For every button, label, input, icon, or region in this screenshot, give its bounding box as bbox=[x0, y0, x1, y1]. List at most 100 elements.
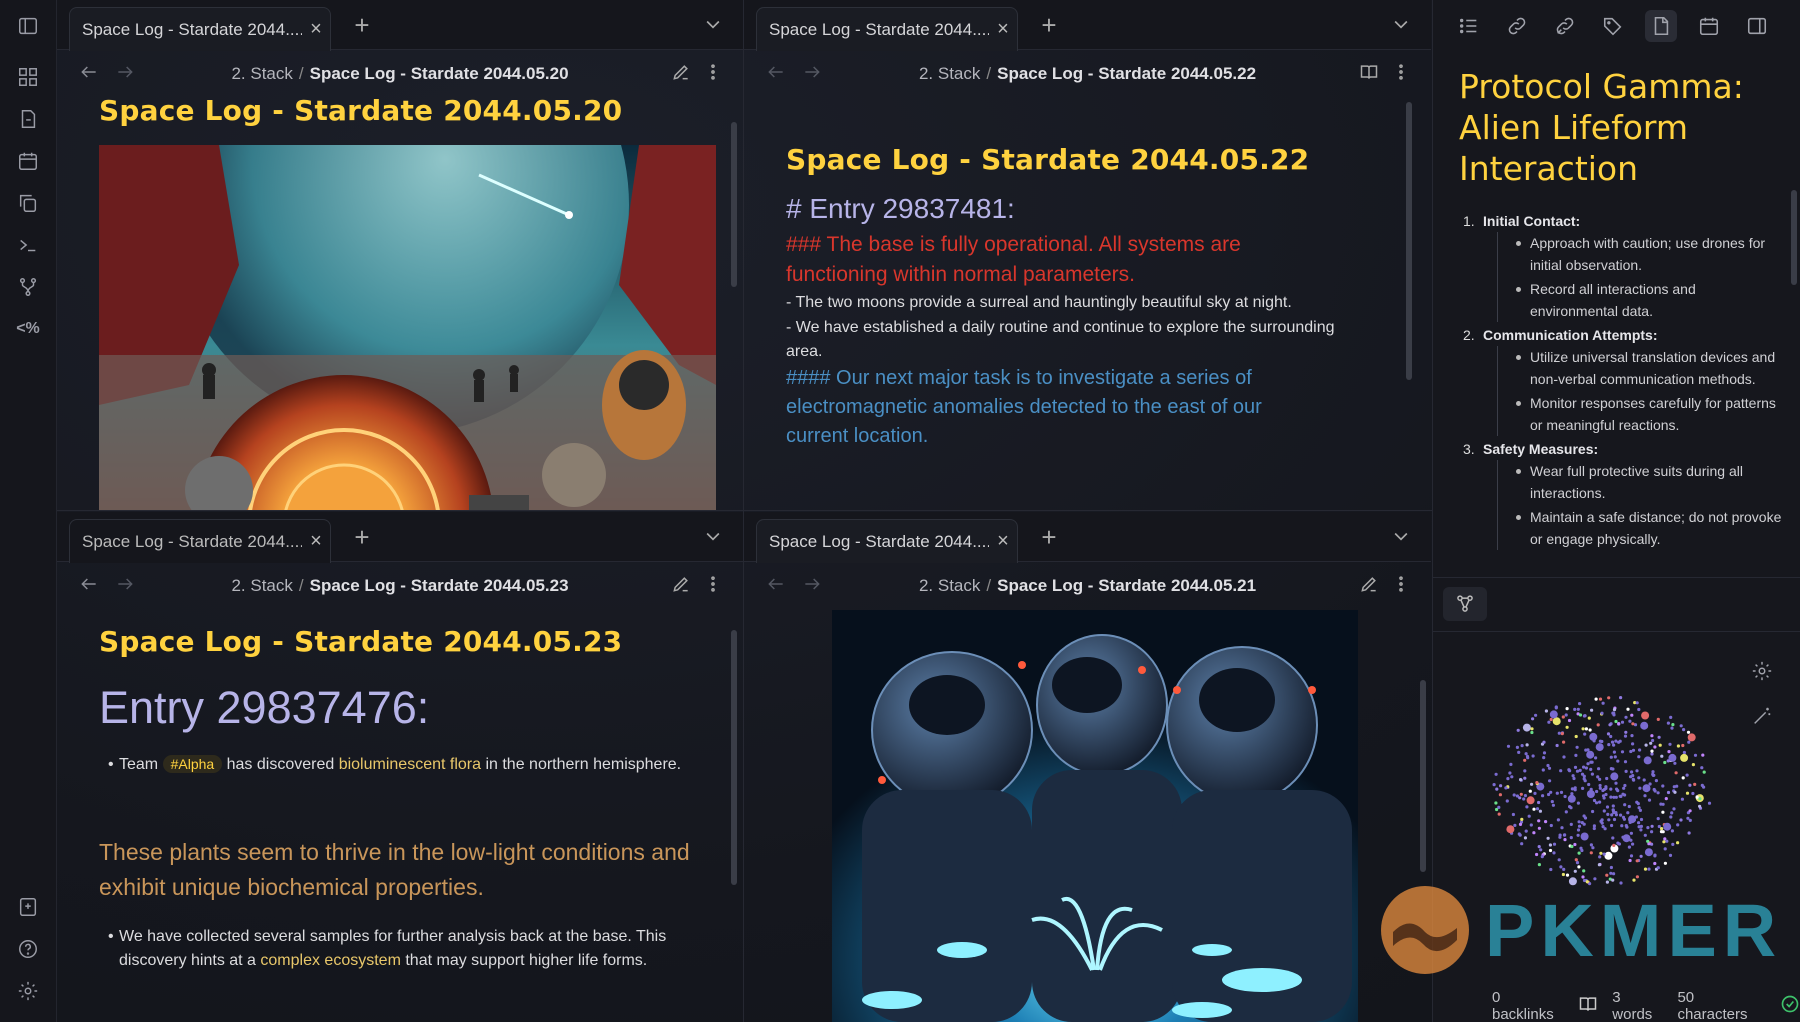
graph-node[interactable] bbox=[1573, 765, 1578, 769]
graph-node[interactable] bbox=[1549, 710, 1558, 719]
graph-node[interactable] bbox=[1560, 826, 1564, 830]
calendar-icon[interactable] bbox=[1693, 10, 1725, 42]
graph-node[interactable] bbox=[1634, 815, 1638, 819]
graph-node[interactable] bbox=[1651, 773, 1655, 777]
graph-node[interactable] bbox=[1549, 717, 1553, 722]
tab-note[interactable]: Space Log - Stardate 2044.... × bbox=[756, 519, 1018, 563]
graph-node[interactable] bbox=[1639, 828, 1643, 832]
graph-node[interactable] bbox=[1612, 817, 1617, 822]
graph-node[interactable] bbox=[1512, 793, 1516, 797]
graph-node[interactable] bbox=[1650, 749, 1654, 753]
graph-node[interactable] bbox=[1546, 836, 1550, 840]
edit-pencil-icon[interactable] bbox=[671, 574, 693, 596]
graph-node[interactable] bbox=[1624, 730, 1628, 734]
graph-node[interactable] bbox=[1676, 744, 1680, 748]
graph-node[interactable] bbox=[1640, 721, 1649, 730]
graph-node[interactable] bbox=[1599, 851, 1603, 855]
scrollbar[interactable] bbox=[1406, 102, 1412, 380]
breadcrumb-note[interactable]: Space Log - Stardate 2044.05.23 bbox=[310, 576, 569, 595]
graph-node[interactable] bbox=[1598, 697, 1603, 701]
tab-note[interactable]: Space Log - Stardate 2044.... × bbox=[69, 519, 331, 563]
graph-node[interactable] bbox=[1581, 727, 1585, 731]
graph-node[interactable] bbox=[1594, 697, 1598, 701]
graph-node[interactable] bbox=[1565, 873, 1570, 877]
graph-node[interactable] bbox=[1575, 861, 1580, 865]
dashboard-icon[interactable] bbox=[14, 63, 42, 91]
graph-node[interactable] bbox=[1635, 859, 1639, 863]
graph-node[interactable] bbox=[1688, 809, 1692, 813]
copy-icon[interactable] bbox=[14, 189, 42, 217]
graph-node[interactable] bbox=[1591, 846, 1595, 850]
graph-node[interactable] bbox=[1643, 867, 1648, 871]
graph-node[interactable] bbox=[1601, 701, 1605, 705]
graph-node[interactable] bbox=[1549, 867, 1553, 872]
graph-node[interactable] bbox=[1530, 782, 1534, 786]
graph-node[interactable] bbox=[1519, 792, 1523, 796]
graph-node[interactable] bbox=[1556, 818, 1560, 822]
graph-node[interactable] bbox=[1520, 744, 1524, 748]
graph-node[interactable] bbox=[1598, 800, 1602, 804]
graph-node[interactable] bbox=[1515, 745, 1519, 749]
graph-node[interactable] bbox=[1535, 781, 1539, 785]
internal-link[interactable]: complex ecosystem bbox=[260, 952, 401, 969]
graph-node[interactable] bbox=[1620, 750, 1625, 754]
graph-node[interactable] bbox=[1612, 708, 1617, 712]
graph-node[interactable] bbox=[1642, 784, 1651, 793]
graph-node[interactable] bbox=[1567, 718, 1572, 723]
graph-node[interactable] bbox=[1663, 760, 1667, 765]
close-icon[interactable]: × bbox=[302, 18, 330, 41]
graph-node[interactable] bbox=[1619, 696, 1623, 700]
vertical-split-divider[interactable] bbox=[743, 0, 744, 1022]
graph-node[interactable] bbox=[1547, 766, 1552, 770]
graph-node[interactable] bbox=[1680, 753, 1689, 762]
graph-node[interactable] bbox=[1643, 833, 1647, 837]
graph-node[interactable] bbox=[1532, 831, 1536, 835]
graph-node[interactable] bbox=[1612, 743, 1616, 747]
graph-node[interactable] bbox=[1563, 794, 1567, 799]
graph-node[interactable] bbox=[1631, 777, 1635, 781]
graph-node[interactable] bbox=[1609, 734, 1613, 739]
graph-node[interactable] bbox=[1604, 851, 1613, 860]
graph-node[interactable] bbox=[1670, 726, 1674, 730]
graph-node[interactable] bbox=[1605, 776, 1609, 781]
graph-node[interactable] bbox=[1592, 824, 1596, 828]
outline-list-icon[interactable] bbox=[1453, 10, 1485, 42]
breadcrumb-folder[interactable]: 2. Stack bbox=[919, 64, 980, 83]
graph-node[interactable] bbox=[1615, 787, 1619, 791]
graph-node[interactable] bbox=[1597, 863, 1601, 867]
graph-node[interactable] bbox=[1661, 810, 1665, 814]
graph-node[interactable] bbox=[1578, 702, 1582, 706]
graph-node[interactable] bbox=[1642, 778, 1646, 782]
graph-node[interactable] bbox=[1574, 734, 1578, 739]
graph-node[interactable] bbox=[1592, 739, 1596, 743]
graph-node[interactable] bbox=[1559, 865, 1563, 869]
breadcrumb-folder[interactable]: 2. Stack bbox=[231, 64, 292, 83]
graph-node[interactable] bbox=[1630, 734, 1634, 738]
graph-node[interactable] bbox=[1583, 732, 1587, 736]
graph-node[interactable] bbox=[1576, 828, 1581, 832]
graph-node[interactable] bbox=[1542, 751, 1547, 755]
graph-node[interactable] bbox=[1531, 717, 1535, 721]
graph-node[interactable] bbox=[1637, 707, 1641, 712]
graph-settings-icon[interactable] bbox=[1751, 660, 1775, 684]
graph-node[interactable] bbox=[1674, 771, 1678, 775]
graph-node[interactable] bbox=[1552, 717, 1561, 726]
graph-node[interactable] bbox=[1573, 842, 1577, 847]
graph-node[interactable] bbox=[1660, 827, 1664, 831]
graph-node[interactable] bbox=[1612, 843, 1616, 847]
graph-node[interactable] bbox=[1537, 845, 1541, 849]
magic-wand-icon[interactable] bbox=[1751, 705, 1775, 729]
graph-node[interactable] bbox=[1663, 861, 1667, 865]
graph-node[interactable] bbox=[1629, 831, 1633, 835]
graph-node[interactable] bbox=[1670, 829, 1674, 833]
graph-node[interactable] bbox=[1522, 723, 1531, 732]
graph-node[interactable] bbox=[1570, 792, 1574, 796]
graph-node[interactable] bbox=[1583, 779, 1587, 783]
graph-node[interactable] bbox=[1650, 842, 1654, 846]
graph-node[interactable] bbox=[1653, 861, 1657, 866]
graph-node[interactable] bbox=[1611, 774, 1615, 778]
graph-node[interactable] bbox=[1637, 755, 1641, 759]
graph-node[interactable] bbox=[1639, 854, 1643, 858]
sidebar-toggle-icon[interactable] bbox=[14, 12, 42, 40]
graph-node[interactable] bbox=[1609, 787, 1613, 791]
